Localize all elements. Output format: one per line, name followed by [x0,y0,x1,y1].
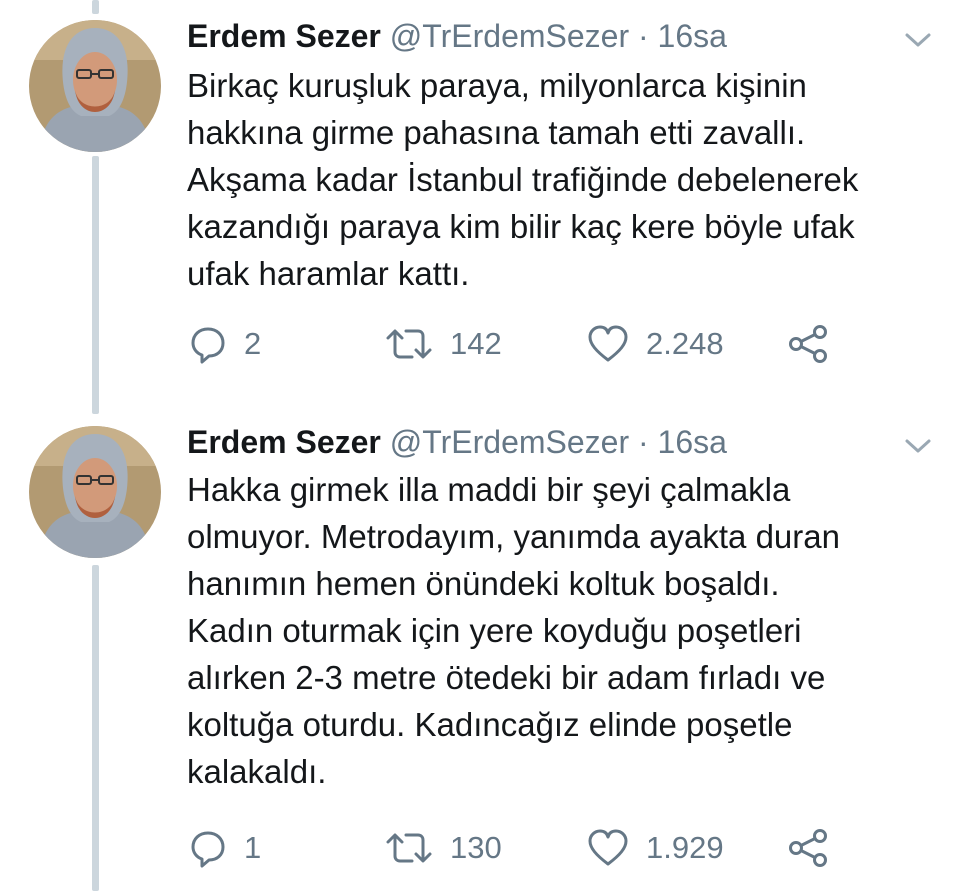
action-bar: 1 130 1.929 [188,826,868,870]
chevron-down-icon[interactable] [903,436,933,456]
share-button[interactable] [788,322,830,366]
timestamp[interactable]: 16sa [658,18,727,54]
retweet-icon [386,329,432,359]
display-name[interactable]: Erdem Sezer [187,18,381,54]
tweet-header: Erdem Sezer @TrErdemSezer · 16sa [187,16,727,56]
tweet-text: Birkaç kuruşluk paraya, milyonlarca kişi… [187,67,859,292]
display-name[interactable]: Erdem Sezer [187,424,381,460]
reply-count: 1 [244,830,262,865]
reply-icon [191,327,225,364]
reply-count: 2 [244,326,262,361]
heart-icon [588,325,628,362]
retweet-count: 142 [450,326,502,361]
reply-button[interactable]: 1 [188,826,261,870]
reply-icon [191,831,225,868]
separator-dot: · [638,424,649,460]
share-button[interactable] [788,826,830,870]
user-handle[interactable]: @TrErdemSezer [390,424,629,460]
timestamp[interactable]: 16sa [658,424,727,460]
share-icon [789,325,827,363]
tweet-header: Erdem Sezer @TrErdemSezer · 16sa [187,422,727,462]
separator-dot: · [638,18,649,54]
like-button[interactable]: 1.929 [586,826,724,870]
chevron-down-icon[interactable] [903,30,933,50]
retweet-icon [386,833,432,863]
avatar[interactable] [29,426,161,558]
thread-line [92,0,99,14]
avatar[interactable] [29,20,161,152]
like-button[interactable]: 2.248 [586,322,724,366]
tweet-text: Hakka girmek illa maddi bir şeyi çalmakl… [187,471,840,790]
like-count: 2.248 [646,326,724,361]
tweet[interactable]: Erdem Sezer @TrErdemSezer · 16sa Hakka g… [0,420,960,891]
retweet-count: 130 [450,830,502,865]
reply-button[interactable]: 2 [188,322,261,366]
action-bar: 2 142 2.248 [188,322,868,366]
heart-icon [588,829,628,866]
tweet[interactable]: Erdem Sezer @TrErdemSezer · 16sa Birkaç … [0,14,960,404]
like-count: 1.929 [646,830,724,865]
user-handle[interactable]: @TrErdemSezer [390,18,629,54]
retweet-button[interactable]: 142 [384,322,502,366]
share-icon [789,829,827,867]
retweet-button[interactable]: 130 [384,826,502,870]
